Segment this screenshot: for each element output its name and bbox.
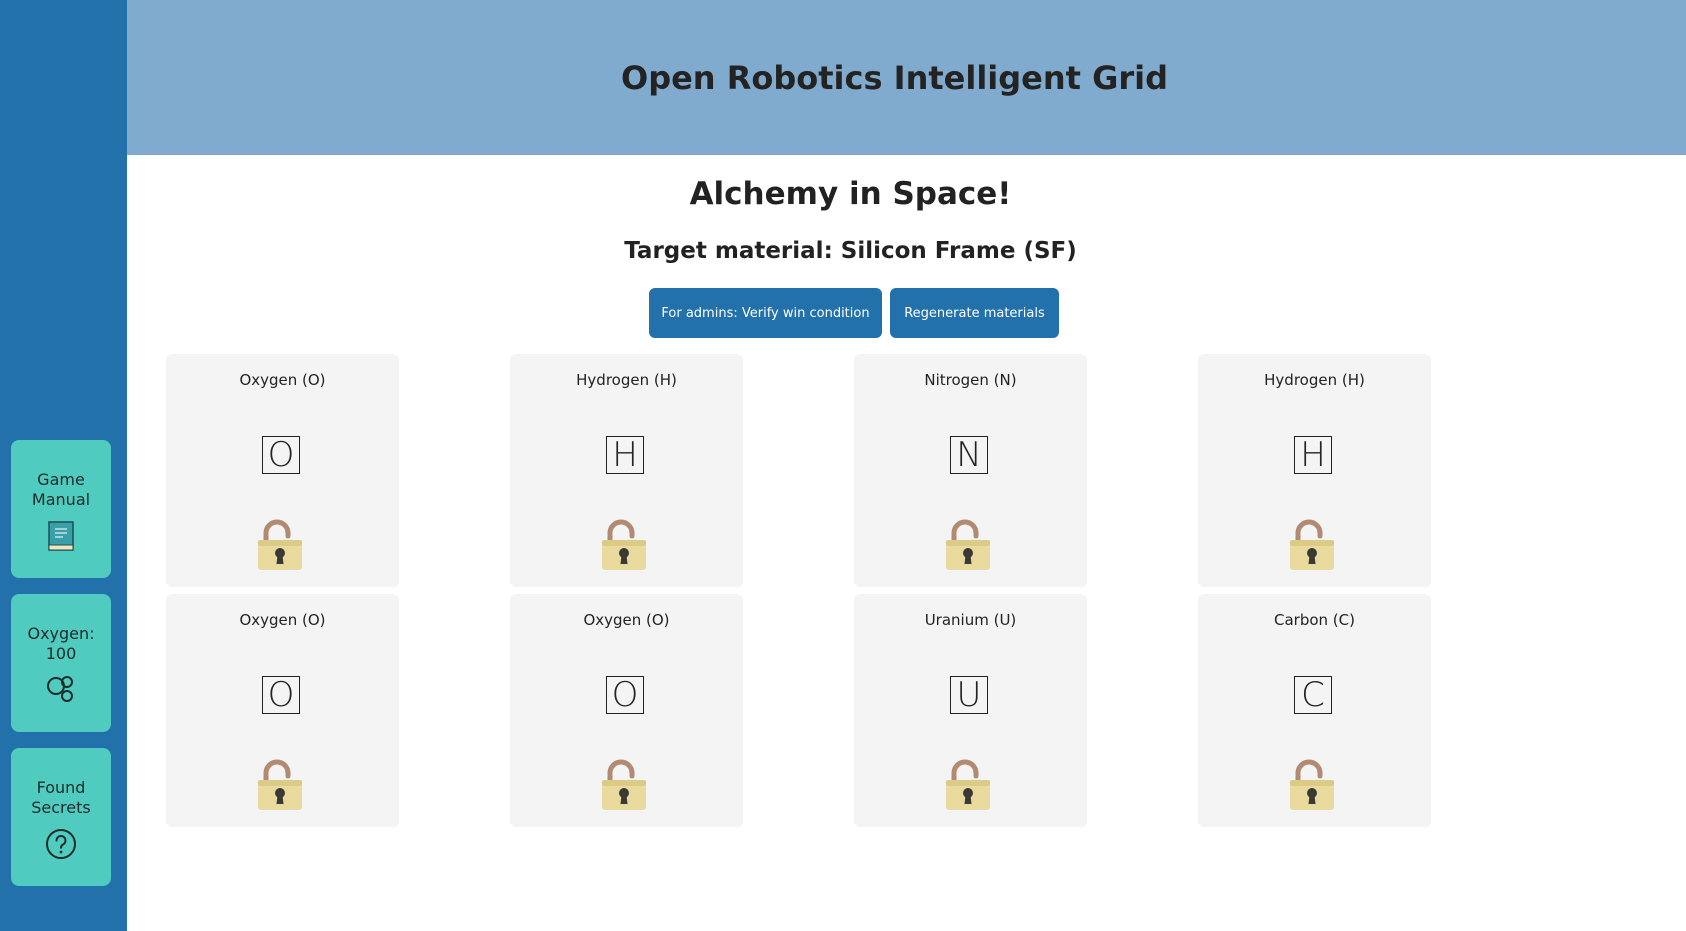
material-tile[interactable]: Nitrogen (N) N bbox=[854, 354, 1087, 587]
app-title: Open Robotics Intelligent Grid bbox=[620, 58, 1168, 97]
verify-win-button[interactable]: For admins: Verify win condition bbox=[649, 288, 882, 338]
game-manual-label: Game Manual bbox=[31, 470, 91, 509]
sidebar: Game Manual Oxygen: 100 Found Secrets bbox=[0, 0, 127, 931]
unlocked-padlock-icon[interactable] bbox=[255, 758, 305, 812]
regenerate-materials-button[interactable]: Regenerate materials bbox=[890, 288, 1059, 338]
material-symbol[interactable]: H bbox=[606, 436, 644, 474]
material-name: Oxygen (O) bbox=[239, 611, 326, 629]
oxygen-counter[interactable]: Oxygen: 100 bbox=[11, 594, 111, 732]
material-symbol[interactable]: O bbox=[262, 436, 300, 474]
unlocked-padlock-icon[interactable] bbox=[943, 758, 993, 812]
material-symbol[interactable]: N bbox=[950, 436, 988, 474]
unlocked-padlock-icon[interactable] bbox=[1287, 758, 1337, 812]
unlocked-padlock-icon[interactable] bbox=[1287, 518, 1337, 572]
material-name: Oxygen (O) bbox=[583, 611, 670, 629]
material-name: Oxygen (O) bbox=[239, 371, 326, 389]
material-tile[interactable]: Uranium (U) U bbox=[854, 594, 1087, 827]
unlocked-padlock-icon[interactable] bbox=[255, 518, 305, 572]
oxygen-molecule-icon bbox=[45, 674, 77, 708]
game-manual-button[interactable]: Game Manual bbox=[11, 440, 111, 578]
material-tile[interactable]: Oxygen (O) O bbox=[166, 594, 399, 827]
material-tile[interactable]: Carbon (C) C bbox=[1198, 594, 1431, 827]
material-tile[interactable]: Hydrogen (H) H bbox=[1198, 354, 1431, 587]
material-tile[interactable]: Oxygen (O) O bbox=[510, 594, 743, 827]
material-name: Hydrogen (H) bbox=[576, 371, 677, 389]
page-subtitle: Alchemy in Space! bbox=[689, 176, 1012, 212]
unlocked-padlock-icon[interactable] bbox=[599, 758, 649, 812]
material-symbol[interactable]: O bbox=[262, 676, 300, 714]
material-symbol[interactable]: C bbox=[1294, 676, 1332, 714]
material-tile[interactable]: Hydrogen (H) H bbox=[510, 354, 743, 587]
material-name: Hydrogen (H) bbox=[1264, 371, 1365, 389]
material-symbol[interactable]: U bbox=[950, 676, 988, 714]
unlocked-padlock-icon[interactable] bbox=[599, 518, 649, 572]
question-circle-icon bbox=[45, 828, 77, 864]
oxygen-counter-label: Oxygen: 100 bbox=[27, 624, 95, 663]
material-tile[interactable]: Oxygen (O) O bbox=[166, 354, 399, 587]
book-icon bbox=[47, 520, 75, 556]
app-header: Open Robotics Intelligent Grid bbox=[127, 0, 1686, 155]
material-symbol[interactable]: O bbox=[606, 676, 644, 714]
material-name: Uranium (U) bbox=[924, 611, 1017, 629]
found-secrets-button[interactable]: Found Secrets bbox=[11, 748, 111, 886]
unlocked-padlock-icon[interactable] bbox=[943, 518, 993, 572]
material-name: Carbon (C) bbox=[1274, 611, 1355, 629]
target-material: Target material: Silicon Frame (SF) bbox=[624, 238, 1077, 264]
material-name: Nitrogen (N) bbox=[924, 371, 1017, 389]
found-secrets-label: Found Secrets bbox=[31, 778, 91, 817]
material-symbol[interactable]: H bbox=[1294, 436, 1332, 474]
